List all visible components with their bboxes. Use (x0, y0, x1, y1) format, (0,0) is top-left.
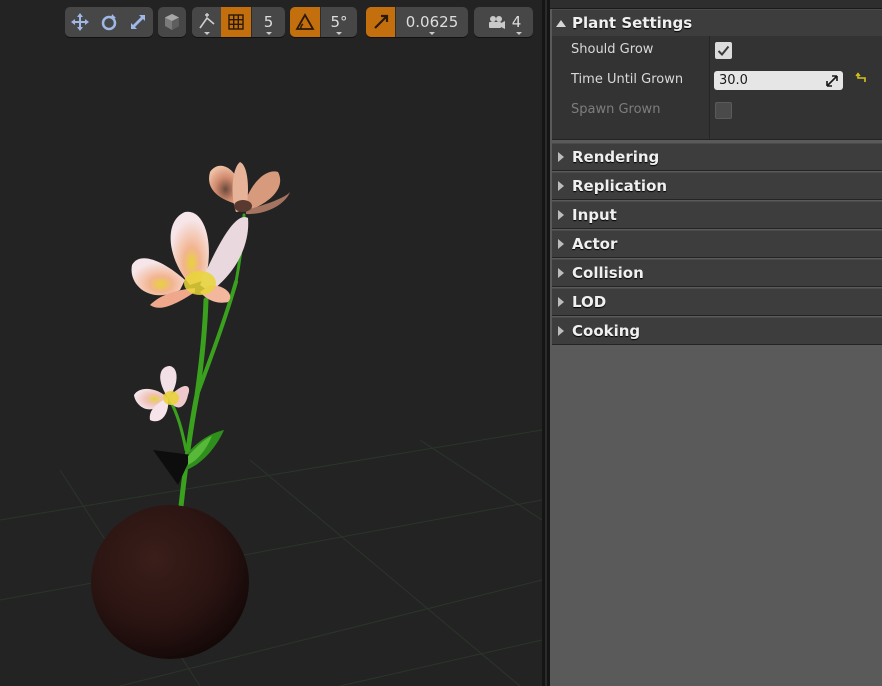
grid-snap-toggle[interactable] (221, 7, 251, 37)
scale-icon (131, 15, 145, 29)
rotate-mode-button[interactable] (94, 7, 123, 37)
category-plant-settings[interactable]: Plant Settings (552, 9, 882, 37)
rotation-snap-toggle[interactable] (290, 7, 320, 37)
property-label: Time Until Grown (571, 72, 684, 87)
category-label: Rendering (572, 148, 660, 166)
scale-snap-dropdown[interactable]: 0.0625 (396, 7, 468, 37)
category-label: Collision (572, 264, 644, 282)
property-row-spawn-grown: Spawn Grown (552, 96, 882, 126)
cube-icon (165, 14, 179, 30)
level-viewport[interactable]: 5 5° 0.0625 4 (0, 0, 542, 686)
category-label: LOD (572, 293, 607, 311)
scale-snap-toggle[interactable] (366, 7, 395, 37)
property-label: Spawn Grown (571, 102, 661, 117)
category-rendering[interactable]: Rendering (552, 143, 882, 171)
plant-settings-properties: Should Grow Time Until Grown 30.0 Spawn (552, 36, 882, 140)
angle-icon (295, 13, 315, 30)
surface-snap-icon (198, 13, 215, 29)
camera-speed-dropdown[interactable]: 4 (474, 7, 533, 37)
spawn-grown-checkbox[interactable] (715, 102, 732, 119)
grid-icon (228, 14, 244, 30)
category-lod[interactable]: LOD (552, 288, 882, 316)
coordinate-space-group (158, 7, 186, 37)
transform-mode-group (65, 7, 153, 37)
surface-snap-button[interactable] (192, 7, 221, 37)
category-label: Plant Settings (572, 14, 693, 32)
panel-splitter[interactable] (542, 0, 550, 686)
grid-snap-value: 5 (263, 13, 274, 31)
category-label: Cooking (572, 322, 641, 340)
details-panel: Plant Settings Should Grow Time Until Gr… (550, 0, 882, 686)
category-replication[interactable]: Replication (552, 172, 882, 200)
property-row-should-grow: Should Grow (552, 36, 882, 66)
drag-resize-icon[interactable] (826, 75, 838, 87)
time-until-grown-value: 30.0 (719, 73, 748, 88)
grid-snap-size-dropdown[interactable]: 5 (252, 7, 285, 37)
reset-to-default-icon[interactable] (855, 72, 867, 84)
viewport-grid (0, 429, 542, 686)
expanded-arrow-icon (556, 19, 566, 27)
collapsed-arrow-icon (558, 152, 564, 162)
rotate-icon (101, 14, 116, 31)
collapsed-arrow-icon (558, 326, 564, 336)
world-local-toggle[interactable] (158, 7, 186, 37)
camera-speed-group: 4 (474, 7, 533, 37)
category-label: Replication (572, 177, 668, 195)
camera-icon (488, 16, 505, 29)
rotation-snap-group: 5° (290, 7, 357, 37)
camera-speed-value: 4 (511, 13, 522, 31)
collapsed-arrow-icon (558, 181, 564, 191)
scale-mode-button[interactable] (123, 7, 153, 37)
collapsed-arrow-icon (558, 297, 564, 307)
collapsed-arrow-icon (558, 239, 564, 249)
details-top-strip (550, 0, 882, 9)
collapsed-arrow-icon (558, 268, 564, 278)
should-grow-checkbox[interactable] (715, 42, 732, 59)
scale-snap-group: 0.0625 (366, 7, 468, 37)
property-row-time-until-grown: Time Until Grown 30.0 (552, 66, 882, 96)
scale-snap-value: 0.0625 (405, 13, 459, 31)
time-until-grown-field[interactable]: 30.0 (714, 71, 843, 90)
category-cooking[interactable]: Cooking (552, 317, 882, 345)
rotation-snap-dropdown[interactable]: 5° (321, 7, 357, 37)
translate-mode-button[interactable] (65, 7, 94, 37)
collapsed-arrow-icon (558, 210, 564, 220)
property-label: Should Grow (571, 42, 654, 57)
viewport-scene (0, 162, 542, 686)
grid-snap-group: 5 (192, 7, 285, 37)
rotation-snap-value: 5° (330, 13, 348, 31)
move-arrows-icon (70, 13, 89, 31)
scale-arrow-icon (373, 14, 388, 29)
category-actor[interactable]: Actor (552, 230, 882, 258)
category-input[interactable]: Input (552, 201, 882, 229)
category-collision[interactable]: Collision (552, 259, 882, 287)
checkmark-icon (717, 45, 730, 56)
category-label: Actor (572, 235, 618, 253)
category-label: Input (572, 206, 617, 224)
